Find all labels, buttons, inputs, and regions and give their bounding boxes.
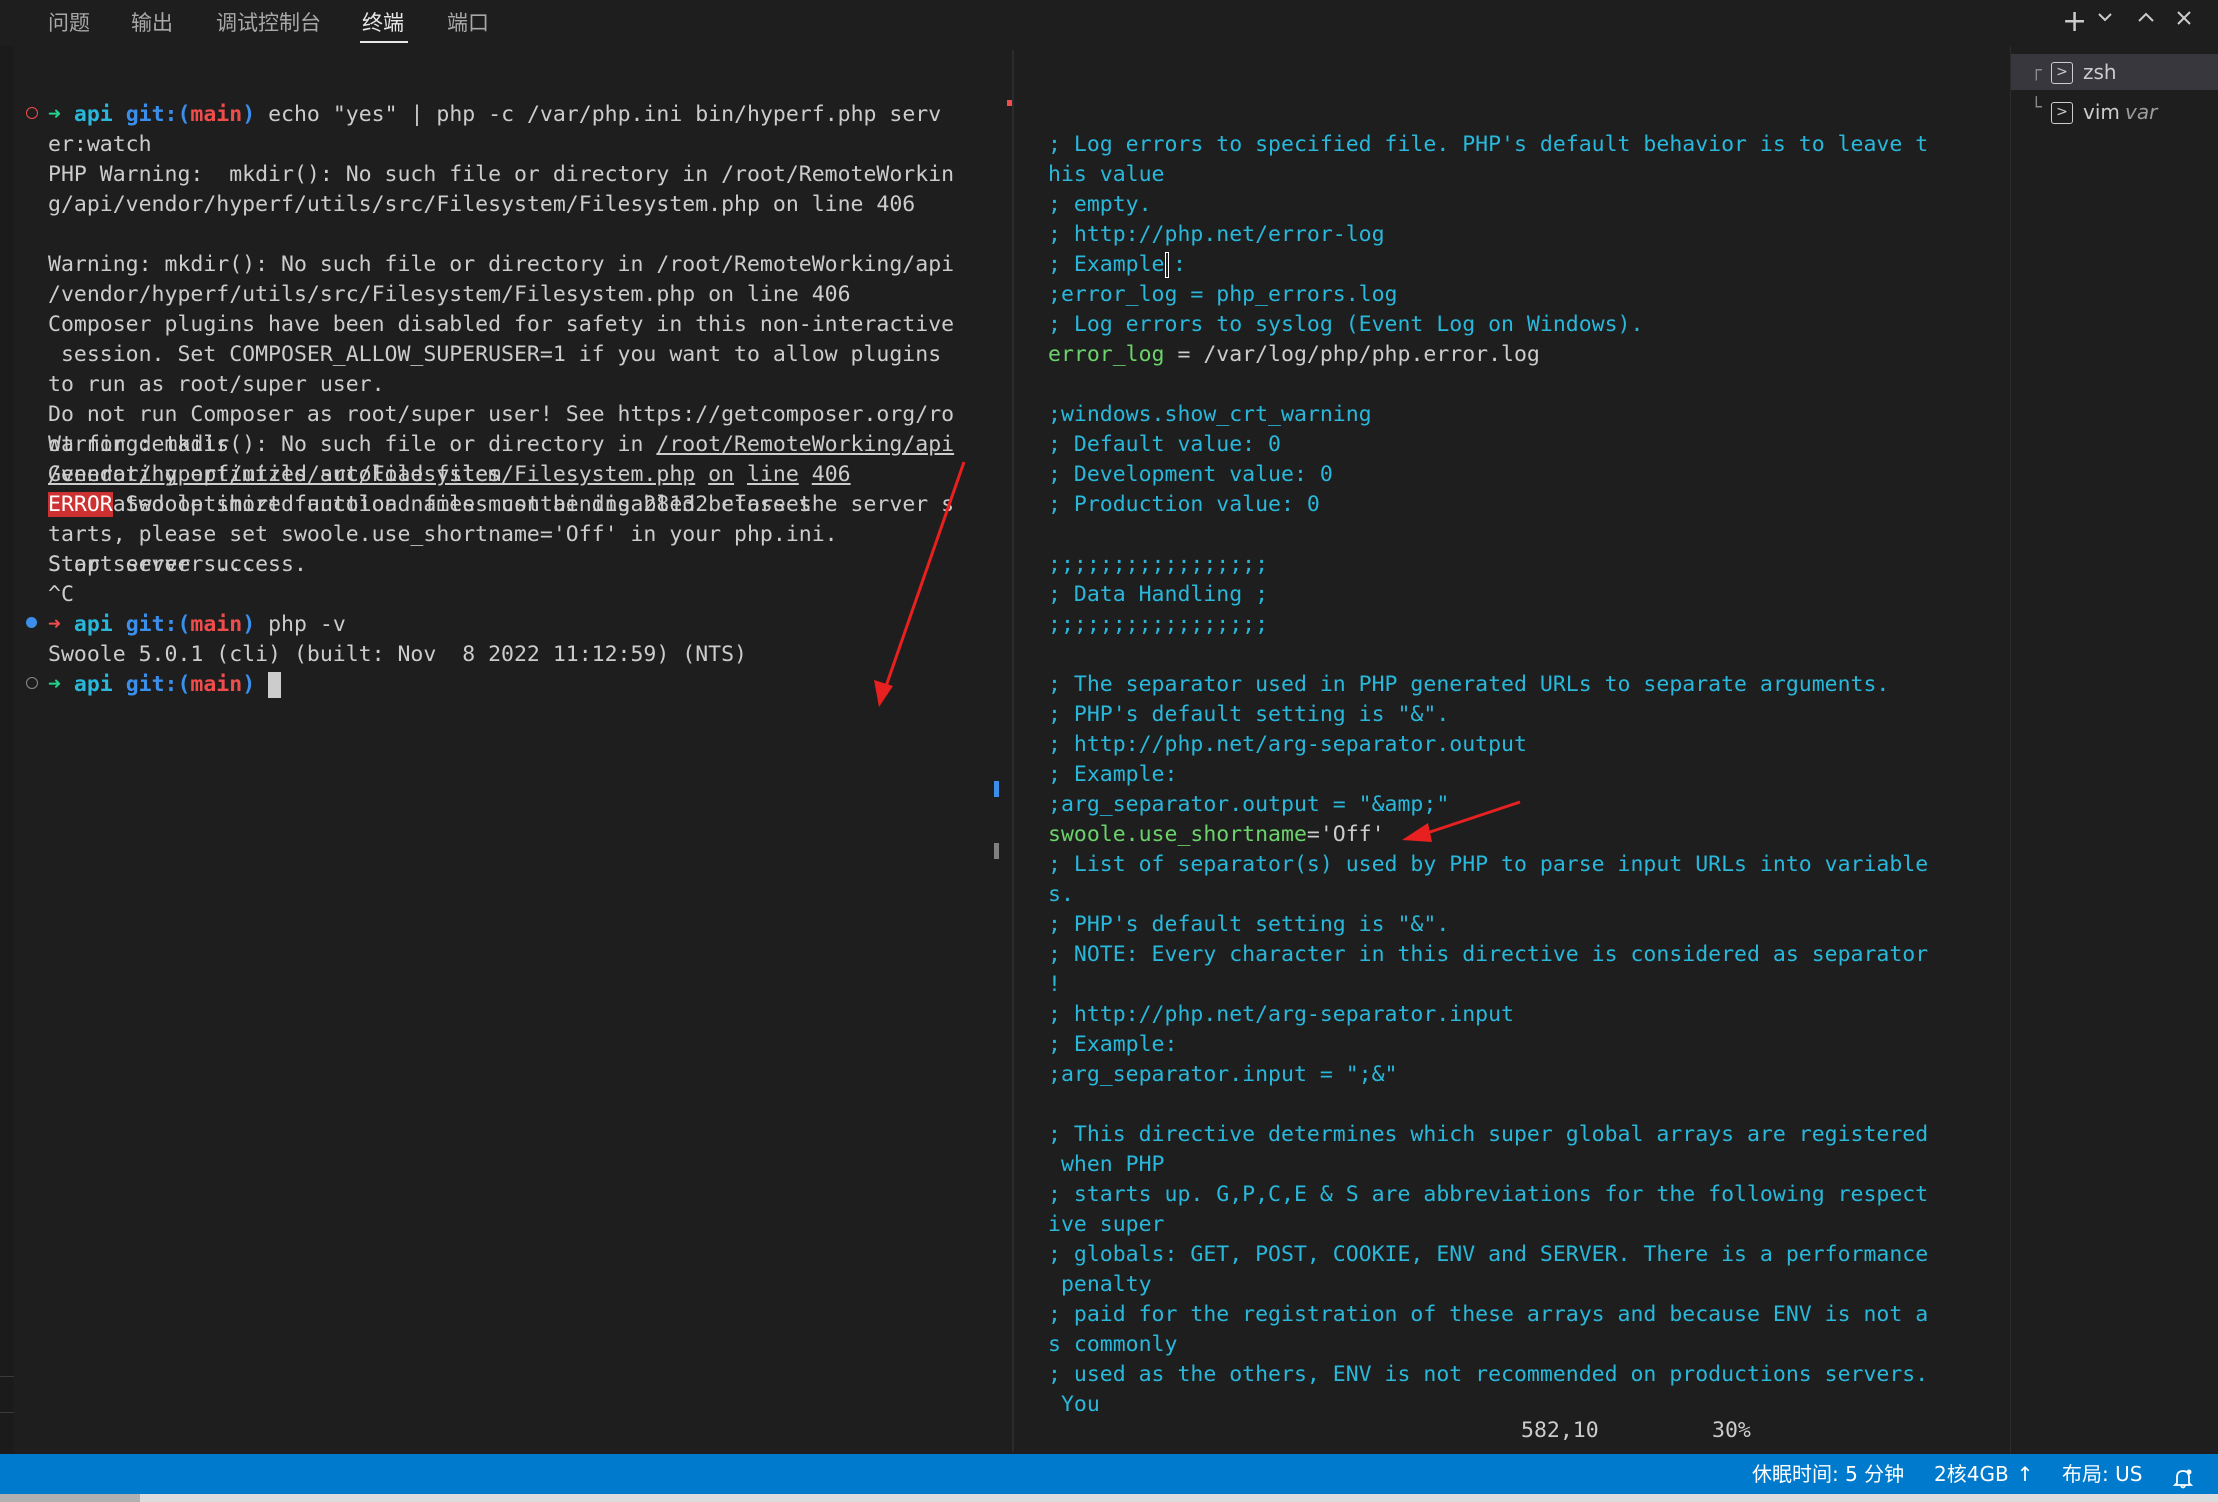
arrow-up-icon: ↑ [2016,1462,2034,1486]
bottom-edge-left [0,1494,140,1502]
status-sleep-time[interactable]: 休眠时间: 5 分钟 [1752,1454,1904,1494]
status-bar: 休眠时间: 5 分钟 2核4GB ↑ 布局: US [0,1454,2218,1494]
status-keyboard-layout[interactable]: 布局: US [2062,1454,2142,1494]
status-resources[interactable]: 2核4GB ↑ [1934,1454,2033,1494]
red-arrow-left [874,461,966,707]
red-arrow-right [1402,800,1521,842]
annotation-arrows [874,461,1521,842]
bottom-edge [0,1494,2218,1502]
